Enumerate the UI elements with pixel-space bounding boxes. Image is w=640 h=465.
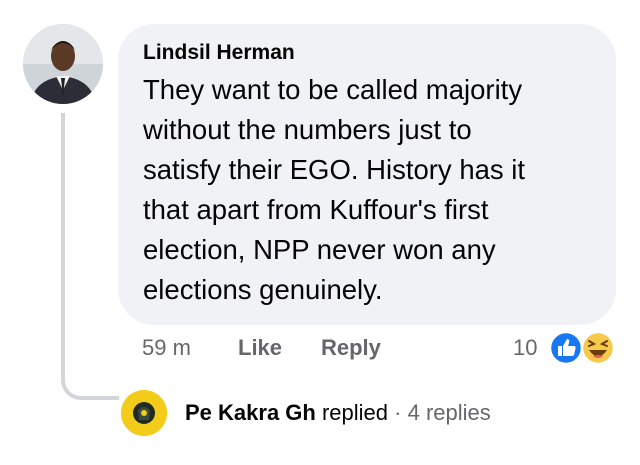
reaction-count[interactable]: 10 (513, 333, 537, 363)
separator-dot: · (394, 400, 402, 425)
view-replies-row[interactable]: Pe Kakra Gh replied · 4 replies (121, 390, 621, 436)
comment-timestamp[interactable]: 59 m (142, 333, 191, 363)
replier-avatar[interactable] (121, 390, 167, 436)
replier-name[interactable]: Pe Kakra Gh (185, 400, 316, 425)
like-reaction-icon (548, 330, 584, 366)
commenter-photo (23, 24, 103, 104)
like-button[interactable]: Like (238, 333, 282, 363)
haha-reaction-icon (580, 330, 616, 366)
reply-button[interactable]: Reply (321, 333, 381, 363)
reply-count[interactable]: 4 replies (408, 400, 491, 425)
commenter-avatar[interactable] (23, 24, 103, 104)
comment-bubble: Lindsil Herman They want to be called ma… (118, 24, 616, 325)
replied-verb: replied (321, 400, 389, 425)
replier-logo-icon (121, 390, 167, 436)
thread-connector-line (61, 113, 119, 400)
replies-summary[interactable]: Pe Kakra Gh replied · 4 replies (185, 398, 491, 428)
comment-text: They want to be called majority without … (143, 74, 526, 305)
reaction-icons[interactable] (548, 330, 620, 366)
comment-author[interactable]: Lindsil Herman (143, 40, 598, 66)
